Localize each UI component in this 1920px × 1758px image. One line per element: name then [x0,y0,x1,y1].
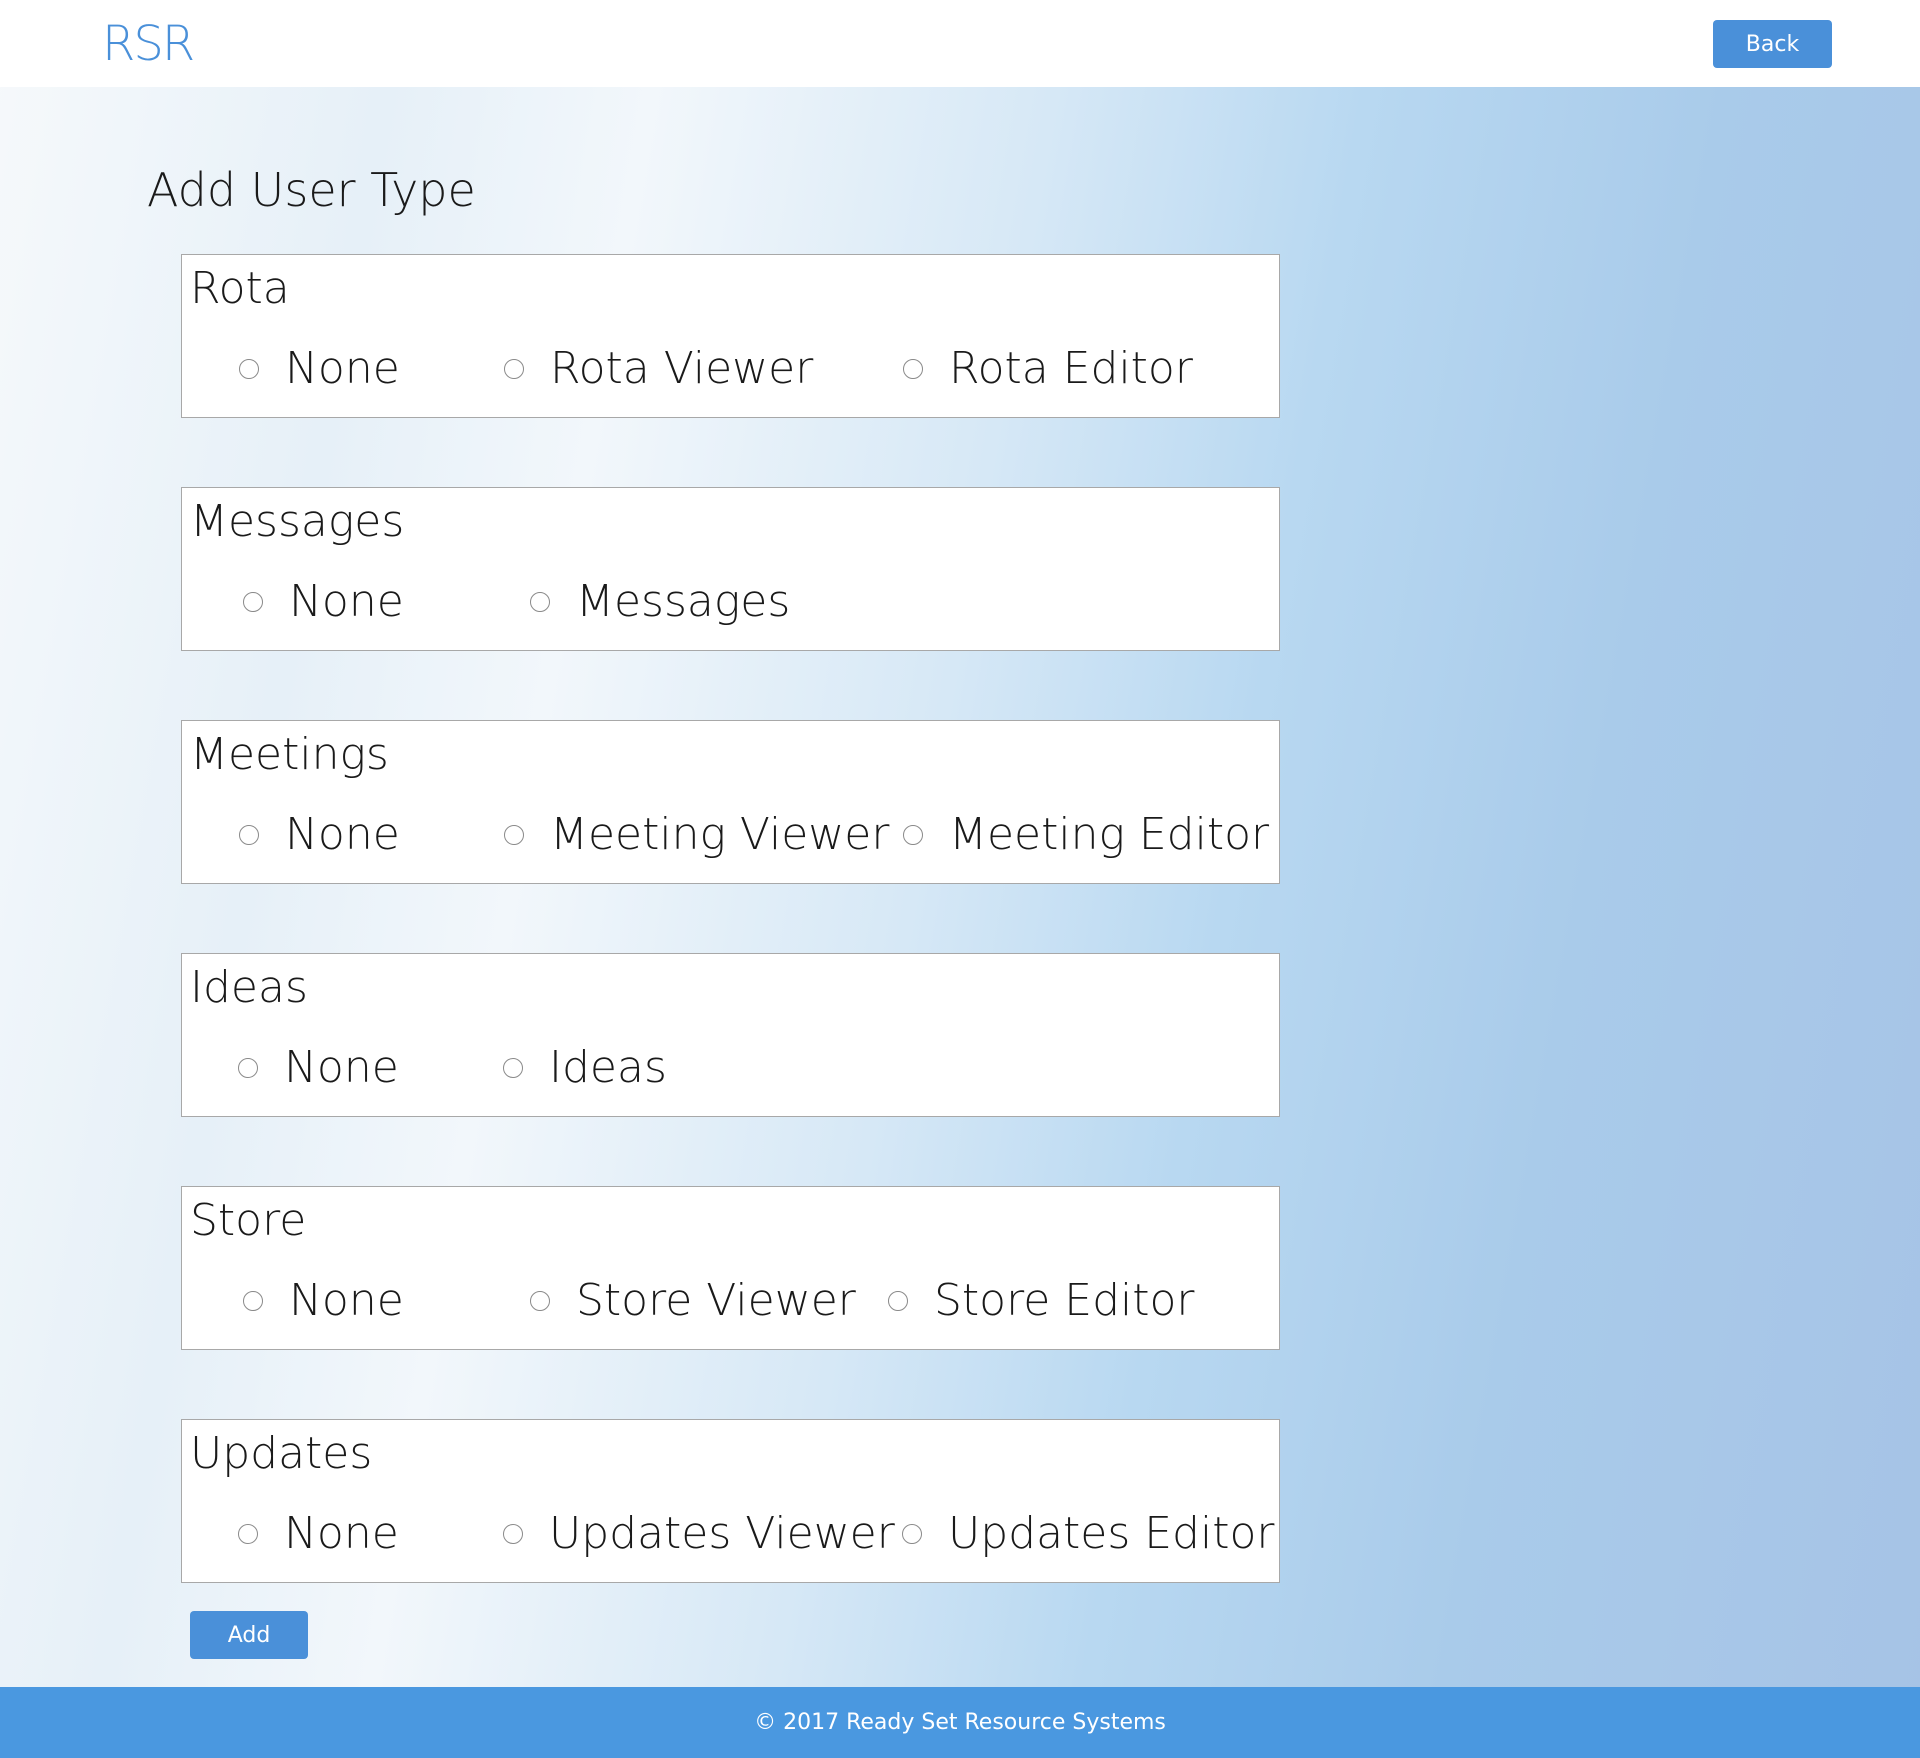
section-messages: Messages None Messages [181,487,1280,651]
option-label: None [285,343,400,394]
rsr-logo[interactable]: RSR [102,16,195,72]
option-label: None [289,1275,404,1326]
footer-copyright: © 2017 Ready Set Resource Systems [754,1710,1166,1735]
section-rota: Rota None Rota Viewer Rota Editor [181,254,1280,418]
radio-button[interactable] [903,825,923,845]
radio-button[interactable] [530,1291,550,1311]
footer-bar: © 2017 Ready Set Resource Systems [0,1687,1920,1758]
radio-updates-editor[interactable]: Updates Editor [902,1506,1274,1562]
add-button[interactable]: Add [190,1611,308,1659]
option-label: Updates Editor [948,1508,1275,1559]
section-meetings: Meetings None Meeting Viewer Meeting Edi… [181,720,1280,884]
radio-button[interactable] [504,359,524,379]
radio-ideas-none[interactable]: None [238,1040,399,1096]
radio-button[interactable] [903,359,923,379]
section-title: Ideas [190,962,308,1013]
radio-button[interactable] [503,1524,523,1544]
radio-button[interactable] [239,825,259,845]
section-ideas: Ideas None Ideas [181,953,1280,1117]
option-label: Ideas [549,1042,667,1093]
radio-meeting-viewer[interactable]: Meeting Viewer [504,807,889,863]
section-title: Messages [190,496,405,547]
radio-button[interactable] [238,1058,258,1078]
option-label: Meeting Editor [949,809,1270,860]
radio-button[interactable] [504,825,524,845]
back-button[interactable]: Back [1713,20,1832,68]
option-label: Store Viewer [576,1275,856,1326]
section-title: Store [190,1195,307,1246]
header-bar: RSR Back [0,0,1920,87]
radio-button[interactable] [530,592,550,612]
option-label: Rota Editor [949,343,1193,394]
radio-store-none[interactable]: None [243,1273,404,1329]
radio-messages-none[interactable]: None [243,574,404,630]
page-title: Add User Type [147,163,476,217]
option-label: Rota Viewer [550,343,814,394]
radio-button[interactable] [243,592,263,612]
option-label: Messages [576,576,791,627]
radio-rota-editor[interactable]: Rota Editor [903,341,1193,397]
option-label: Updates Viewer [549,1508,895,1559]
section-store: Store None Store Viewer Store Editor [181,1186,1280,1350]
radio-button[interactable] [902,1524,922,1544]
section-title: Meetings [190,729,389,780]
radio-rota-viewer[interactable]: Rota Viewer [504,341,813,397]
section-title: Updates [190,1428,373,1479]
radio-button[interactable] [243,1291,263,1311]
radio-updates-none[interactable]: None [238,1506,399,1562]
radio-rota-none[interactable]: None [239,341,400,397]
radio-messages-messages[interactable]: Messages [530,574,790,630]
option-label: None [289,576,404,627]
radio-meeting-editor[interactable]: Meeting Editor [903,807,1269,863]
radio-ideas-ideas[interactable]: Ideas [503,1040,667,1096]
radio-button[interactable] [888,1291,908,1311]
section-title: Rota [190,263,290,314]
radio-store-viewer[interactable]: Store Viewer [530,1273,856,1329]
radio-button[interactable] [238,1524,258,1544]
radio-updates-viewer[interactable]: Updates Viewer [503,1506,895,1562]
option-label: None [285,809,400,860]
radio-meetings-none[interactable]: None [239,807,400,863]
radio-button[interactable] [239,359,259,379]
option-label: None [284,1508,399,1559]
option-label: Meeting Viewer [550,809,890,860]
section-updates: Updates None Updates Viewer Updates Edit… [181,1419,1280,1583]
option-label: Store Editor [934,1275,1195,1326]
option-label: None [284,1042,399,1093]
radio-button[interactable] [503,1058,523,1078]
radio-store-editor[interactable]: Store Editor [888,1273,1195,1329]
